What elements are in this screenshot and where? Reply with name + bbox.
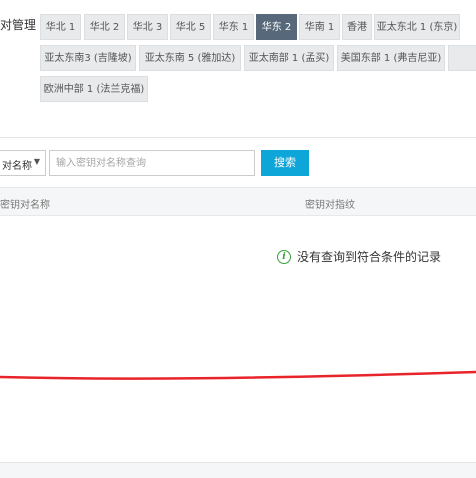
empty-message: 没有查询到符合条件的记录 (297, 250, 442, 264)
region-tab-hongkong[interactable]: 香港 (342, 14, 372, 40)
region-tab-ap-northeast1[interactable]: 亚太东北 1 (东京) (374, 14, 460, 40)
region-tab-huadong1[interactable]: 华东 1 (213, 14, 254, 40)
chevron-down-icon: ▼ (33, 157, 40, 166)
region-tab-huadong2[interactable]: 华东 2 (256, 14, 297, 40)
search-type-value: 对名称 (2, 161, 32, 172)
info-icon: i (277, 249, 291, 264)
region-tab-huabei5[interactable]: 华北 5 (170, 14, 211, 40)
region-tab-huabei1[interactable]: 华北 1 (40, 14, 81, 40)
region-tab-huanan1[interactable]: 华南 1 (299, 14, 340, 40)
page-title: 对管理 (0, 18, 37, 32)
column-header-keypair-fingerprint[interactable]: 密钥对指纹 (305, 196, 355, 211)
column-header-keypair-name[interactable]: 密钥对名称 (0, 196, 50, 211)
annotation-line (0, 370, 476, 380)
region-tab-huabei3[interactable]: 华北 3 (127, 14, 168, 40)
section-divider (0, 137, 476, 138)
search-type-select[interactable]: 对名称 ▼ (0, 150, 46, 176)
region-tab-ap-southeast3[interactable]: 亚太东南3 (吉隆坡) (40, 45, 136, 71)
region-tab-eu-central1[interactable]: 欧洲中部 1 (法兰克福) (40, 76, 148, 102)
search-button[interactable]: 搜索 (261, 150, 309, 176)
region-tab-us-east1[interactable]: 美国东部 1 (弗吉尼亚) (337, 45, 445, 71)
region-tab-overflow[interactable] (448, 45, 476, 71)
table-header: 密钥对名称 密钥对指纹 (0, 187, 476, 216)
empty-state: i 没有查询到符合条件的记录 (277, 248, 441, 265)
region-tab-huabei2[interactable]: 华北 2 (84, 14, 125, 40)
region-header: 对管理 华北 1 华北 2 华北 3 华北 5 华东 1 华东 2 华南 1 香… (0, 0, 476, 137)
region-tab-ap-south1[interactable]: 亚太南部 1 (孟买) (244, 45, 334, 71)
search-input[interactable] (49, 150, 255, 176)
table-footer (0, 462, 476, 478)
region-tab-ap-southeast5[interactable]: 亚太东南 5 (雅加达) (139, 45, 241, 71)
